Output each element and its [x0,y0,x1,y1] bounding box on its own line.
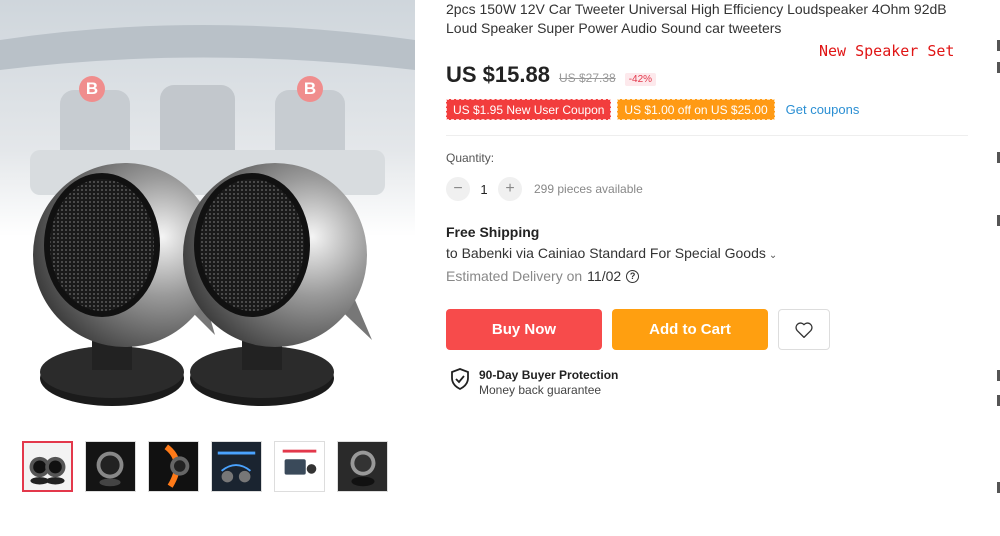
get-coupons-link[interactable]: Get coupons [786,102,860,117]
delivery-label: Estimated Delivery on [446,268,583,284]
buy-now-button[interactable]: Buy Now [446,309,602,350]
estimated-delivery: Estimated Delivery on 11/02 ? [446,268,640,284]
product-gallery: B B [0,0,415,430]
coupon-row: US $1.95 New User Coupon US $1.00 off on… [446,99,859,120]
shipping-destination-text: to Babenki via Cainiao Standard For Spec… [446,245,766,261]
price-row: US $15.88 US $27.38 -42% [446,62,657,88]
original-price: US $27.38 [558,71,616,85]
product-title: 2pcs 150W 12V Car Tweeter Universal High… [446,1,947,36]
chevron-down-icon: ⌄ [768,250,778,261]
thumbnail-strip [22,441,388,492]
main-product-image[interactable] [0,0,415,430]
badge-b-left: B [79,76,105,102]
protection-title: 90-Day Buyer Protection [479,368,619,382]
divider [446,135,968,136]
buyer-protection: 90-Day Buyer Protection Money back guara… [450,368,618,398]
shipping-destination[interactable]: to Babenki via Cainiao Standard For Spec… [446,245,777,261]
availability-text: 299 pieces available [534,182,643,196]
quantity-value[interactable]: 1 [478,182,490,197]
decrease-quantity-button[interactable]: − [446,177,470,201]
shield-check-icon [451,368,469,390]
thumbnail-6[interactable] [337,441,388,492]
thumbnail-3[interactable] [148,441,199,492]
current-price: US $15.88 [446,62,550,87]
increase-quantity-button[interactable]: + [498,177,522,201]
quantity-stepper: − 1 + 299 pieces available [446,177,643,201]
protection-subtitle: Money back guarantee [479,383,602,397]
shipping-title: Free Shipping [446,224,540,240]
add-to-cart-button[interactable]: Add to Cart [612,309,768,350]
thumbnail-1[interactable] [22,441,73,492]
help-icon[interactable]: ? [626,269,640,283]
wishlist-button[interactable] [778,309,830,350]
badge-b-right: B [297,76,323,102]
thumbnail-2[interactable] [85,441,136,492]
overlay-label: New Speaker Set [819,42,955,60]
thumbnail-5[interactable] [274,441,325,492]
new-user-coupon[interactable]: US $1.95 New User Coupon [446,99,612,120]
page-edge-marks [993,0,1000,536]
thumbnail-4[interactable] [211,441,262,492]
store-coupon[interactable]: US $1.00 off on US $25.00 [617,99,775,120]
discount-badge: -42% [624,73,657,86]
delivery-date: 11/02 [587,268,622,284]
quantity-label: Quantity: [446,151,495,165]
heart-icon [795,321,813,338]
